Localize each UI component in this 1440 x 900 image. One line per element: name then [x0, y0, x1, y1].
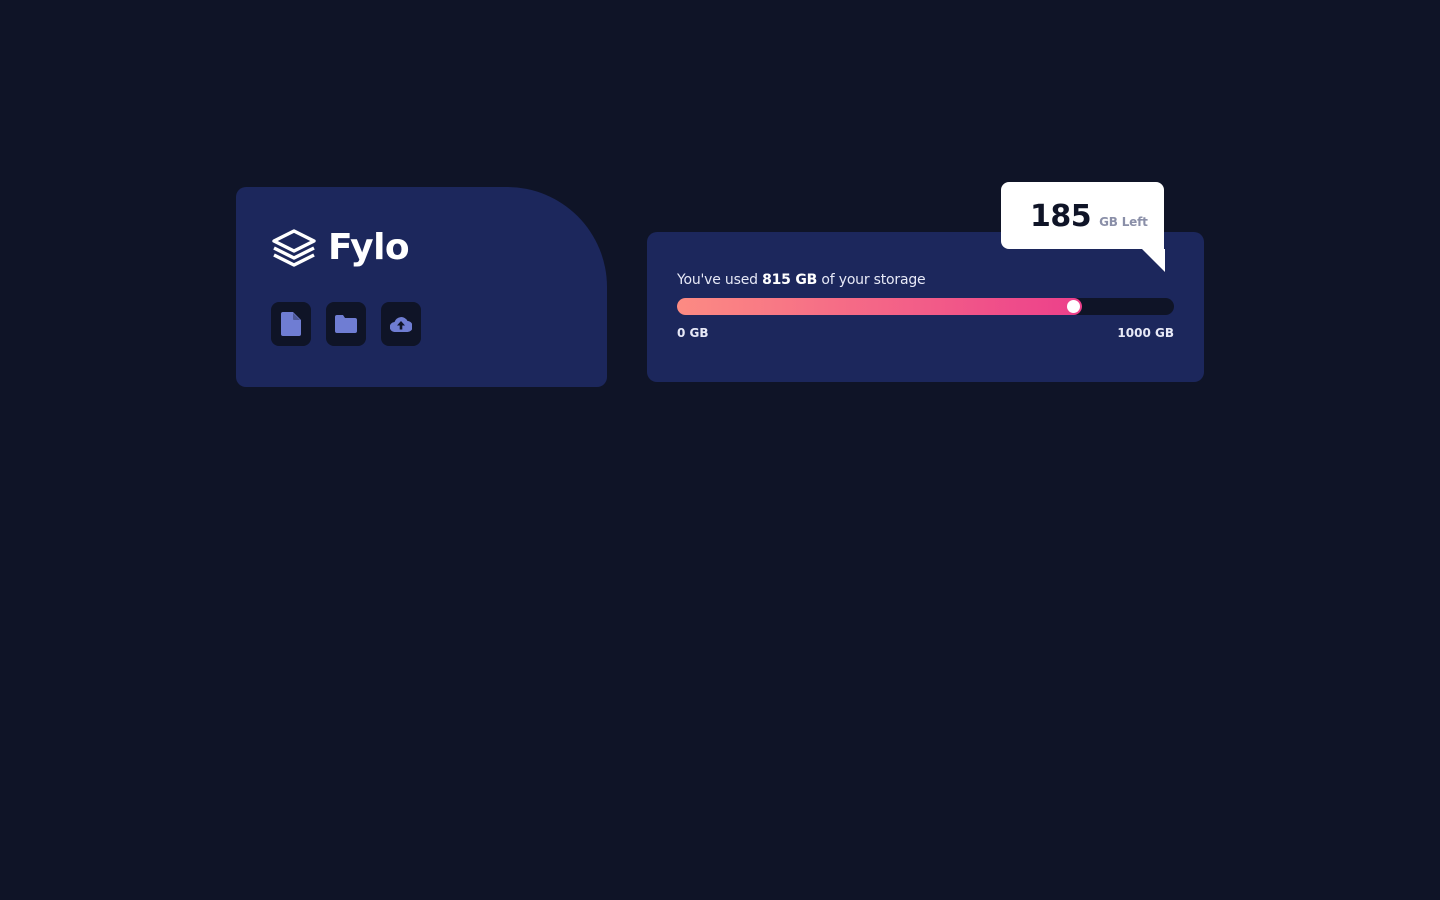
scale-min-label: 0 GB — [677, 326, 709, 340]
usage-summary: You've used 815 GB of your storage — [677, 272, 926, 288]
used-amount: 815 GB — [762, 272, 818, 288]
usage-prefix: You've used — [677, 272, 758, 288]
cloud-upload-icon — [390, 317, 412, 332]
storage-progress-track — [677, 298, 1174, 315]
upload-button[interactable] — [381, 302, 421, 346]
remaining-storage-content: 185 GB Left — [1030, 199, 1148, 234]
remaining-value: 185 — [1030, 199, 1092, 234]
remaining-unit: GB Left — [1099, 215, 1148, 229]
brand-card: Fylo — [236, 187, 607, 387]
logo-stack-icon — [272, 229, 316, 267]
action-icons — [271, 302, 436, 346]
storage-card: You've used 815 GB of your storage 0 GB … — [647, 232, 1204, 382]
logo: Fylo — [270, 227, 410, 268]
page: Fylo You've used 815 GB of your storage … — [0, 0, 1440, 900]
document-button[interactable] — [271, 302, 311, 346]
folder-icon — [335, 315, 357, 333]
folder-button[interactable] — [326, 302, 366, 346]
remaining-storage-callout: 185 GB Left — [1001, 182, 1165, 272]
brand-name: Fylo — [328, 227, 410, 268]
progress-knob — [1067, 300, 1081, 313]
document-icon — [281, 312, 301, 336]
scale-max-label: 1000 GB — [1117, 326, 1174, 340]
storage-progress-fill — [677, 298, 1083, 315]
usage-suffix: of your storage — [821, 272, 926, 288]
